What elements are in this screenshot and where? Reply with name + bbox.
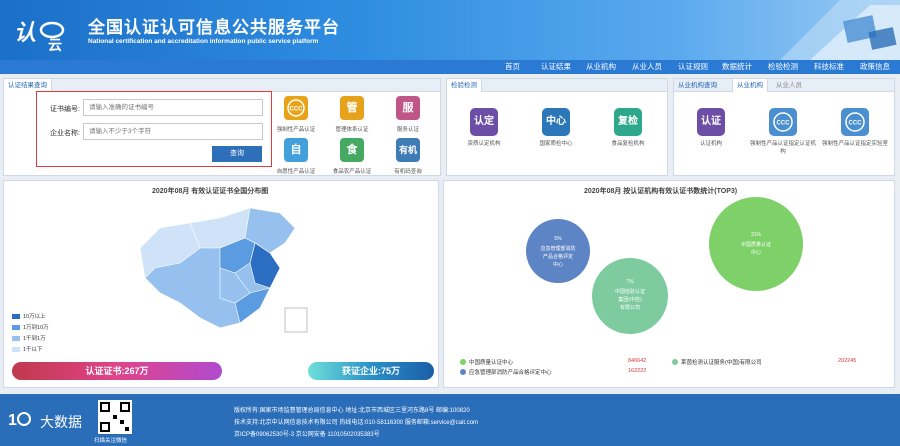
map-legend-4: 1千以下 xyxy=(12,345,43,353)
top3-value-1: 846642 xyxy=(628,358,647,364)
top3-value-3: 162222 xyxy=(628,368,647,374)
svg-text:产品合格评定: 产品合格评定 xyxy=(543,253,573,260)
organic-tile[interactable]: 有机 xyxy=(396,138,420,162)
service-tile[interactable]: 服 xyxy=(396,96,420,120)
nav-personnel[interactable]: 从业人员 xyxy=(632,61,662,73)
accreditation-icon[interactable]: 认定 xyxy=(470,108,498,136)
tab-org-personnel[interactable]: 从业人员 xyxy=(772,79,806,92)
map-legend-3: 1千到1万 xyxy=(12,334,46,342)
svg-text:中心: 中心 xyxy=(751,249,761,256)
nav-cert-rules[interactable]: 认证规则 xyxy=(678,61,708,73)
svg-text:集团(中检): 集团(中检) xyxy=(618,296,642,303)
nav-statistics[interactable]: 数据统计 xyxy=(722,61,752,73)
voluntary-tile-caption[interactable]: 自愿性产品认证 xyxy=(266,167,326,175)
nav-inspection[interactable]: 检验检测 xyxy=(768,61,798,73)
map-title: 2020年08月 有效认证证书全国分布图 xyxy=(152,188,269,195)
svg-text:CCC: CCC xyxy=(777,121,791,127)
ccc-body-icon[interactable]: CCC xyxy=(769,108,797,136)
wechat-qr-icon xyxy=(98,400,132,434)
management-tile-caption[interactable]: 管理体系认证 xyxy=(322,125,382,133)
national-center-caption[interactable]: 国家质检中心 xyxy=(521,139,591,147)
top3-legend-2: 莱茵检测认证服务(中国)有限公司 xyxy=(672,358,762,366)
site-subtitle: National certification and accreditation… xyxy=(88,38,319,45)
bubble-cqc-label: 中国质量认证 xyxy=(741,241,771,248)
cert-no-label: 证书编号: xyxy=(50,106,80,113)
svg-text:31%: 31% xyxy=(751,232,762,238)
company-label: 企业名称: xyxy=(50,130,80,137)
food-tile[interactable]: 食 xyxy=(340,138,364,162)
ccc-icon: CCC xyxy=(773,112,793,132)
ccc-body-caption[interactable]: 强制性产品认证指定认证机构 xyxy=(748,139,818,155)
map-legend-2: 1万到10万 xyxy=(12,323,49,331)
main-nav: 首页 认证结果 从业机构 从业人员 认证规则 数据统计 检验检测 科技标准 政策… xyxy=(0,60,900,74)
nav-institutions[interactable]: 从业机构 xyxy=(586,61,616,73)
footer-support: 技术支持:北京中认网信息技术有限公司 热线电话:010-58116300 服务邮… xyxy=(234,420,479,426)
voluntary-tile[interactable]: 自 xyxy=(284,138,308,162)
service-tile-caption[interactable]: 服务认证 xyxy=(378,125,438,133)
svg-text:CCC: CCC xyxy=(290,107,304,113)
svg-text:7%: 7% xyxy=(626,279,634,285)
nav-standards[interactable]: 科技标准 xyxy=(814,61,844,73)
top3-title: 2020年08月 按认证机构有效认证书数统计(TOP3) xyxy=(584,188,738,195)
svg-text:中心: 中心 xyxy=(553,261,563,268)
cert-body-caption[interactable]: 认证机构 xyxy=(676,139,746,147)
cert-body-icon[interactable]: 认证 xyxy=(697,108,725,136)
top3-legend-1: 中国质量认证中心 xyxy=(460,358,513,366)
site-footer: 1 大数据 扫描关注微信 版权所有:国家市场监督管理总局信息中心 地址:北京市西… xyxy=(0,394,900,446)
svg-text:1: 1 xyxy=(8,412,17,429)
management-tile[interactable]: 管 xyxy=(340,96,364,120)
food-tile-caption[interactable]: 食品农产品认证 xyxy=(322,167,382,175)
bubble-ccic-label: 中国检验认证 xyxy=(615,288,645,295)
food-recheck-caption[interactable]: 食品复检机构 xyxy=(593,139,663,147)
nav-home[interactable]: 首页 xyxy=(505,61,520,73)
cert-no-input[interactable] xyxy=(83,99,263,116)
top3-value-2: 202245 xyxy=(838,358,857,364)
site-logo[interactable]: 认 云 xyxy=(12,10,74,54)
ccc-icon: CCC xyxy=(845,112,865,132)
company-count-bar: 获证企业:75万 xyxy=(308,362,434,380)
company-input[interactable] xyxy=(83,123,263,140)
brand-logo-icon: 1 xyxy=(8,412,31,429)
site-header: 认 云 全国认证认可信息公共服务平台 National certificatio… xyxy=(0,0,900,60)
food-recheck-icon[interactable]: 复检 xyxy=(614,108,642,136)
top3-bubble-chart: 5% 应急管理部消防 产品合格评定 中心 7% 中国检验认证 集团(中检) 有限… xyxy=(526,197,803,334)
footer-copyright: 版权所有:国家市场监督管理总局信息中心 地址:北京市西城区三里河东路8号 邮编:… xyxy=(234,408,470,414)
accreditation-caption[interactable]: 资质认定机构 xyxy=(449,139,519,147)
bubble-ccic[interactable] xyxy=(592,258,668,334)
bubble-fire-label: 应急管理部消防 xyxy=(540,245,575,252)
tab-org-query[interactable]: 从业机构查询 xyxy=(674,79,721,92)
ccc-lab-caption[interactable]: 强制性产品认证指定实验室 xyxy=(820,139,890,147)
svg-text:云: 云 xyxy=(48,38,62,54)
ccc-icon: CCC xyxy=(287,99,305,117)
ccc-tile-icon[interactable]: CCC xyxy=(284,96,308,120)
qr-caption: 扫描关注微信 xyxy=(94,438,128,444)
map-legend-1: 10万以上 xyxy=(12,312,46,320)
svg-text:CCC: CCC xyxy=(849,121,863,127)
nav-cert-results[interactable]: 认证结果 xyxy=(541,61,571,73)
svg-text:有限公司: 有限公司 xyxy=(620,304,640,311)
svg-text:认: 认 xyxy=(14,20,36,45)
site-title: 全国认证认可信息公共服务平台 xyxy=(88,18,340,37)
china-map[interactable] xyxy=(120,198,320,338)
tab-inspection[interactable]: 检验检测 xyxy=(447,79,482,92)
footer-icp[interactable]: 京ICP备09062530号-3 京公网安备 11010502035383号 xyxy=(234,429,380,438)
query-button[interactable]: 查询 xyxy=(212,146,262,162)
ccc-tile-caption[interactable]: 强制性产品认证 xyxy=(266,125,326,133)
tab-org-institutions[interactable]: 从业机构 xyxy=(732,79,768,92)
brand-name: 大数据 xyxy=(40,414,82,430)
organic-tile-caption[interactable]: 有机码查询 xyxy=(378,167,438,175)
nav-policy[interactable]: 政策信息 xyxy=(860,61,890,73)
cert-count-bar: 认证证书:267万 xyxy=(12,362,222,380)
header-decoration xyxy=(780,0,900,60)
svg-text:5%: 5% xyxy=(554,236,562,242)
national-center-icon[interactable]: 中心 xyxy=(542,108,570,136)
top3-legend-3: 应急管理部消防产品合格评定中心 xyxy=(460,368,552,376)
ccc-lab-icon[interactable]: CCC xyxy=(841,108,869,136)
